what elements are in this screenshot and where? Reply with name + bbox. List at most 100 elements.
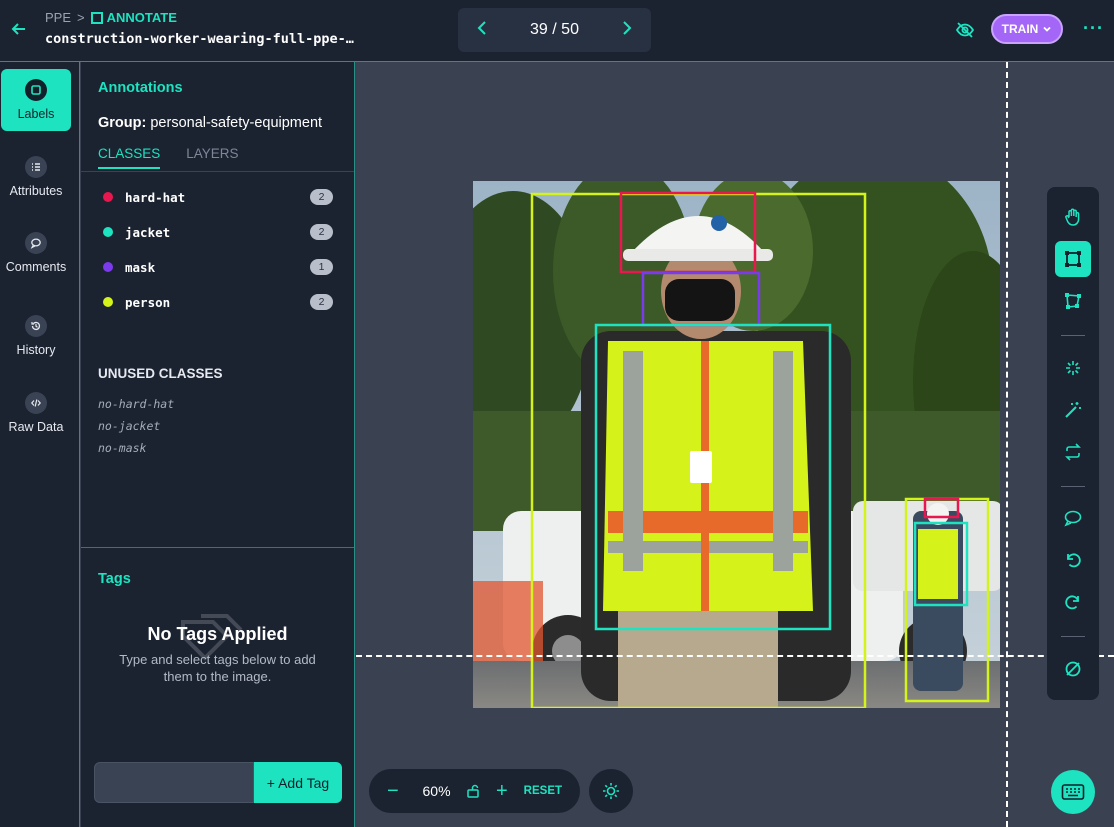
add-tag-button[interactable]: + Add Tag xyxy=(254,762,342,803)
magic-wand-icon[interactable] xyxy=(1055,392,1091,428)
zoom-controls: − 60% + RESET xyxy=(369,769,580,813)
train-button[interactable]: TRAIN xyxy=(991,14,1063,44)
class-count-badge: 1 xyxy=(310,259,333,275)
null-annotation-icon[interactable] xyxy=(1055,651,1091,687)
class-color-dot xyxy=(103,192,113,202)
annotations-title: Annotations xyxy=(98,80,183,96)
class-color-dot xyxy=(103,297,113,307)
unused-class-item[interactable]: no-hard-hat xyxy=(98,397,174,411)
more-options-icon[interactable]: ··· xyxy=(1083,18,1104,39)
panel-divider xyxy=(81,547,354,548)
tool-divider xyxy=(1061,335,1085,336)
train-label: TRAIN xyxy=(1001,22,1039,36)
unused-class-item[interactable]: no-jacket xyxy=(98,419,160,433)
nav-comments[interactable]: Comments xyxy=(1,222,71,284)
tool-divider xyxy=(1061,636,1085,637)
next-image-chevron-icon[interactable] xyxy=(621,19,633,42)
comment-tool-icon[interactable] xyxy=(1055,500,1091,536)
tabs-divider xyxy=(81,171,354,172)
zoom-out-minus-icon[interactable]: − xyxy=(387,780,409,803)
bounding-box-layer[interactable] xyxy=(473,181,1000,708)
no-tags-title: No Tags Applied xyxy=(147,624,288,644)
group-line: Group: personal-safety-equipment xyxy=(98,115,322,131)
keyboard-shortcuts-icon[interactable] xyxy=(1051,770,1095,814)
image-pager: 39 / 50 xyxy=(458,8,651,52)
zoom-in-plus-icon[interactable]: + xyxy=(484,780,520,803)
class-count-badge: 2 xyxy=(310,224,333,240)
class-count-badge: 2 xyxy=(310,294,333,310)
tab-layers[interactable]: LAYERS xyxy=(186,146,238,169)
class-name: person xyxy=(125,294,171,310)
nav-attributes-label: Attributes xyxy=(9,184,63,198)
history-icon xyxy=(25,315,47,337)
nav-attributes[interactable]: Attributes xyxy=(1,146,71,208)
zoom-reset-button[interactable]: RESET xyxy=(524,785,562,797)
zoom-level: 60% xyxy=(422,783,451,799)
person-bbox[interactable] xyxy=(904,497,990,703)
nav-labels-label: Labels xyxy=(17,107,55,121)
panel-tabs: CLASSES LAYERS xyxy=(98,146,239,169)
redo-icon[interactable] xyxy=(1055,584,1091,620)
tab-classes[interactable]: CLASSES xyxy=(98,146,161,169)
polygon-tool-icon[interactable] xyxy=(1055,283,1091,319)
nav-comments-label: Comments xyxy=(5,260,67,274)
class-count-badge: 2 xyxy=(310,189,333,205)
nav-history[interactable]: History xyxy=(1,305,71,367)
code-icon xyxy=(25,392,47,414)
left-nav: Labels Attributes Comments History Raw D… xyxy=(0,62,80,827)
tag-input[interactable] xyxy=(94,762,254,803)
unused-classes-title: UNUSED CLASSES xyxy=(98,366,223,381)
hard-hat-bbox[interactable] xyxy=(923,497,960,519)
annotation-canvas[interactable] xyxy=(356,62,1114,827)
top-bar: PPE > ANNOTATE construction-worker-weari… xyxy=(0,0,1114,62)
mask-bbox[interactable] xyxy=(641,271,761,327)
hide-annotations-eye-off-icon[interactable] xyxy=(955,20,975,40)
breadcrumb: PPE > ANNOTATE xyxy=(45,10,177,25)
image-filename: construction-worker-wearing-full-ppe-… xyxy=(45,31,354,47)
undo-icon[interactable] xyxy=(1055,542,1091,578)
class-name: mask xyxy=(125,259,156,275)
hard-hat-bbox[interactable] xyxy=(619,191,757,274)
annotate-icon xyxy=(90,11,103,24)
smart-select-sparkle-icon[interactable] xyxy=(1055,350,1091,386)
class-row-person[interactable]: person 2 xyxy=(103,291,333,313)
unused-class-item[interactable]: no-mask xyxy=(98,441,146,455)
nav-history-label: History xyxy=(16,343,56,357)
class-color-dot xyxy=(103,227,113,237)
comment-icon xyxy=(25,232,47,254)
jacket-bbox[interactable] xyxy=(913,521,969,607)
class-row-hard-hat[interactable]: hard-hat 2 xyxy=(103,186,333,208)
tags-title: Tags xyxy=(98,571,131,587)
bounding-box-tool-icon[interactable] xyxy=(1055,241,1091,277)
breadcrumb-project[interactable]: PPE xyxy=(45,10,71,25)
jacket-bbox[interactable] xyxy=(594,323,832,631)
pager-count: 39 / 50 xyxy=(530,21,579,38)
brightness-sun-icon[interactable] xyxy=(589,769,633,813)
breadcrumb-mode: ANNOTATE xyxy=(90,10,177,25)
crosshair-horizontal xyxy=(356,655,1114,657)
tool-divider xyxy=(1061,486,1085,487)
nav-labels[interactable]: Labels xyxy=(1,69,71,131)
group-name: personal-safety-equipment xyxy=(150,115,323,131)
repeat-arrows-icon[interactable] xyxy=(1055,434,1091,470)
chevron-down-icon xyxy=(1043,26,1051,32)
class-row-jacket[interactable]: jacket 2 xyxy=(103,221,333,243)
class-row-mask[interactable]: mask 1 xyxy=(103,256,333,278)
unlock-icon[interactable] xyxy=(462,784,484,798)
nav-raw-data-label: Raw Data xyxy=(8,420,64,434)
annotations-panel: Annotations Group: personal-safety-equip… xyxy=(81,62,355,827)
class-name: hard-hat xyxy=(125,189,186,205)
class-color-dot xyxy=(103,262,113,272)
no-tags-hint: Type and select tags below to add them t… xyxy=(119,652,316,684)
crosshair-vertical xyxy=(1006,62,1008,827)
back-arrow-icon[interactable] xyxy=(10,20,28,38)
tool-rail xyxy=(1047,187,1099,700)
list-icon xyxy=(25,156,47,178)
group-prefix: Group: xyxy=(98,115,147,131)
pan-hand-icon[interactable] xyxy=(1055,199,1091,235)
breadcrumb-separator: > xyxy=(77,10,85,25)
nav-raw-data[interactable]: Raw Data xyxy=(1,382,71,444)
class-name: jacket xyxy=(125,224,171,240)
breadcrumb-mode-label: ANNOTATE xyxy=(106,10,177,25)
previous-image-chevron-icon[interactable] xyxy=(476,19,488,42)
